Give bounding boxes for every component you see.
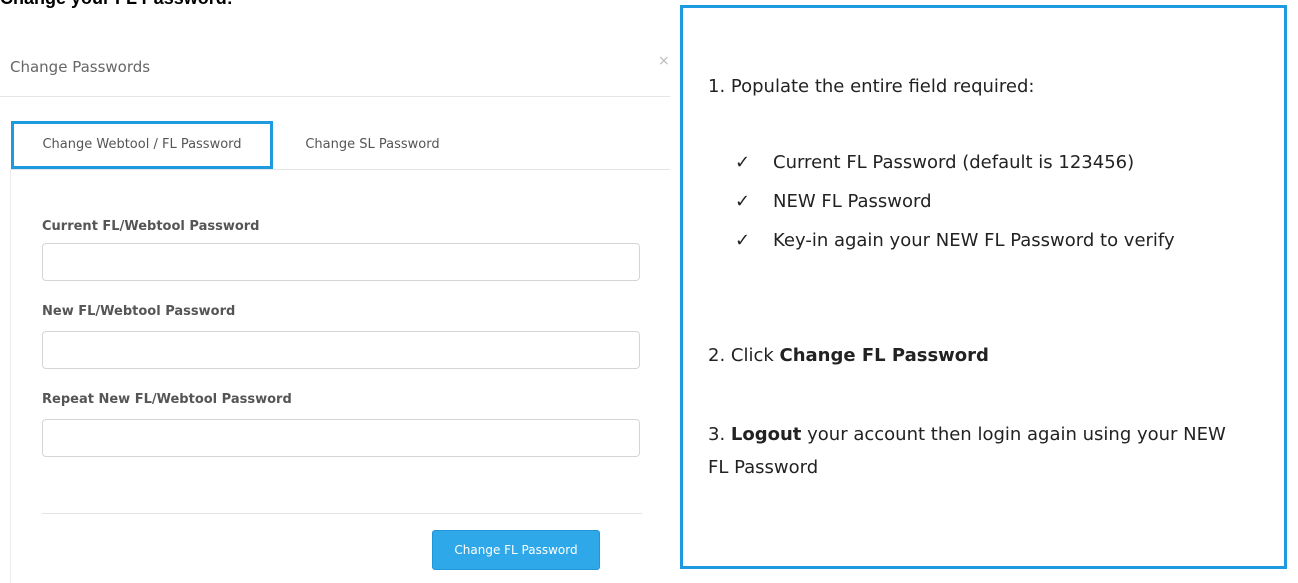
tab-change-webtool-fl-password[interactable]: Change Webtool / FL Password [11, 121, 273, 169]
check-icon: ✓ [735, 152, 751, 173]
checklist-item-text: Key-in again your NEW FL Password to ver… [773, 230, 1175, 251]
change-passwords-modal: Change Passwords × Change Webtool / FL P… [0, 38, 676, 583]
new-password-label: New FL/Webtool Password [42, 304, 236, 319]
step-2-prefix: 2. Click [708, 345, 780, 366]
instructions-panel: 1. Populate the entire field required: ✓… [680, 5, 1287, 569]
step-3-prefix: 3. [708, 424, 731, 445]
tabs-divider [10, 169, 670, 170]
checklist-item: ✓ Key-in again your NEW FL Password to v… [735, 224, 1273, 257]
checklist-item-text: NEW FL Password [773, 191, 932, 212]
step-2-emphasis: Change FL Password [779, 345, 989, 366]
header-divider [0, 96, 670, 97]
check-icon: ✓ [735, 230, 751, 251]
page-heading: Change your FL Password: [0, 0, 233, 9]
close-icon[interactable]: × [658, 53, 670, 69]
step-3-text: 3. Logout your account then login again … [708, 418, 1228, 484]
change-fl-password-button[interactable]: Change FL Password [432, 530, 600, 570]
current-password-input[interactable] [42, 243, 640, 281]
modal-title: Change Passwords [10, 58, 151, 76]
checklist-item: ✓ Current FL Password (default is 123456… [735, 146, 1273, 179]
current-password-label: Current FL/Webtool Password [42, 219, 260, 234]
tab-change-sl-password[interactable]: Change SL Password [280, 121, 465, 169]
new-password-input[interactable] [42, 331, 640, 369]
repeat-password-label: Repeat New FL/Webtool Password [42, 392, 292, 407]
repeat-password-input[interactable] [42, 419, 640, 457]
checklist-item: ✓ NEW FL Password [735, 185, 1273, 218]
checklist-item-text: Current FL Password (default is 123456) [773, 152, 1135, 173]
check-icon: ✓ [735, 191, 751, 212]
step-3-emphasis: Logout [730, 424, 802, 445]
step-1-text: 1. Populate the entire field required: [708, 76, 1035, 97]
form-divider [42, 513, 642, 514]
step-2-text: 2. Click Change FL Password [708, 339, 989, 372]
panel-left-border [10, 169, 11, 583]
